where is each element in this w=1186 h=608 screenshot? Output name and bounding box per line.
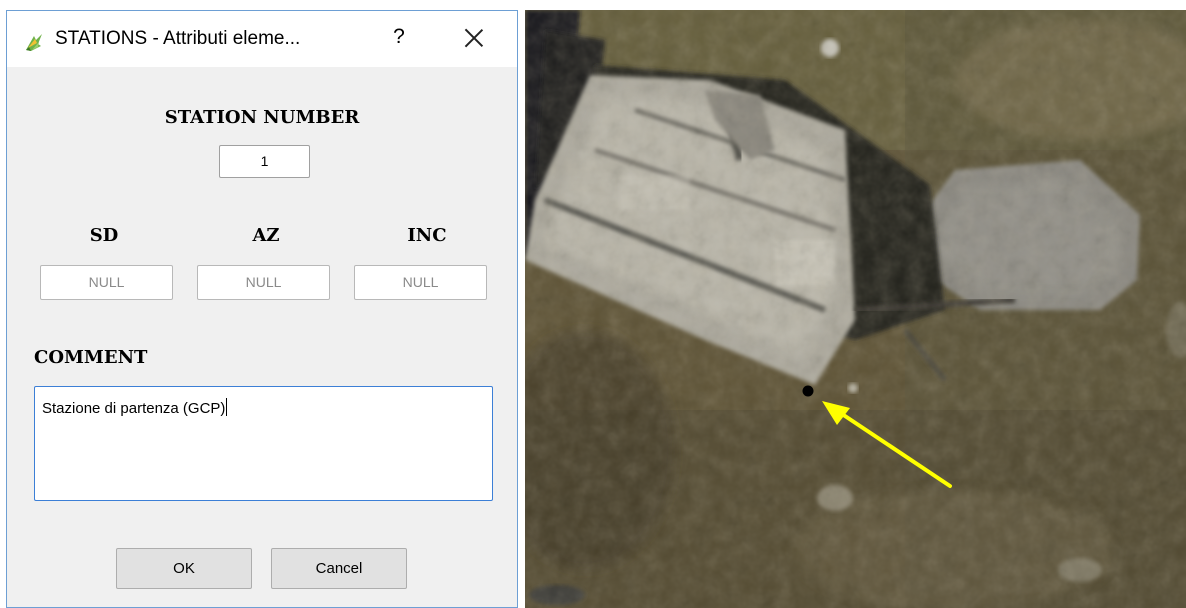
inc-label: INC: [407, 225, 447, 246]
sd-label: SD: [89, 225, 119, 246]
comment-label: COMMENT: [34, 347, 148, 368]
attributes-dialog: STATIONS - Attributi eleme... ? STATION …: [6, 10, 518, 608]
inc-field[interactable]: NULL: [354, 265, 487, 300]
station-point-marker[interactable]: [802, 385, 814, 397]
station-number-field[interactable]: 1: [219, 145, 310, 178]
ok-button[interactable]: OK: [116, 548, 252, 589]
sd-field[interactable]: NULL: [40, 265, 173, 300]
az-field[interactable]: NULL: [197, 265, 330, 300]
help-button[interactable]: ?: [387, 25, 411, 49]
station-number-label: STATION NUMBER: [164, 107, 360, 128]
comment-textarea[interactable]: Stazione di partenza (GCP): [34, 386, 493, 501]
window-title: STATIONS - Attributi eleme...: [55, 28, 301, 49]
map-canvas[interactable]: [525, 10, 1186, 608]
text-caret: [226, 398, 228, 416]
cancel-button[interactable]: Cancel: [271, 548, 407, 589]
close-icon[interactable]: [462, 26, 486, 50]
comment-text: Stazione di partenza (GCP): [42, 400, 226, 417]
aerial-image: [525, 10, 1186, 608]
qgis-icon: [26, 34, 42, 51]
az-label: AZ: [252, 225, 280, 246]
title-bar[interactable]: STATIONS - Attributi eleme... ?: [7, 11, 517, 67]
